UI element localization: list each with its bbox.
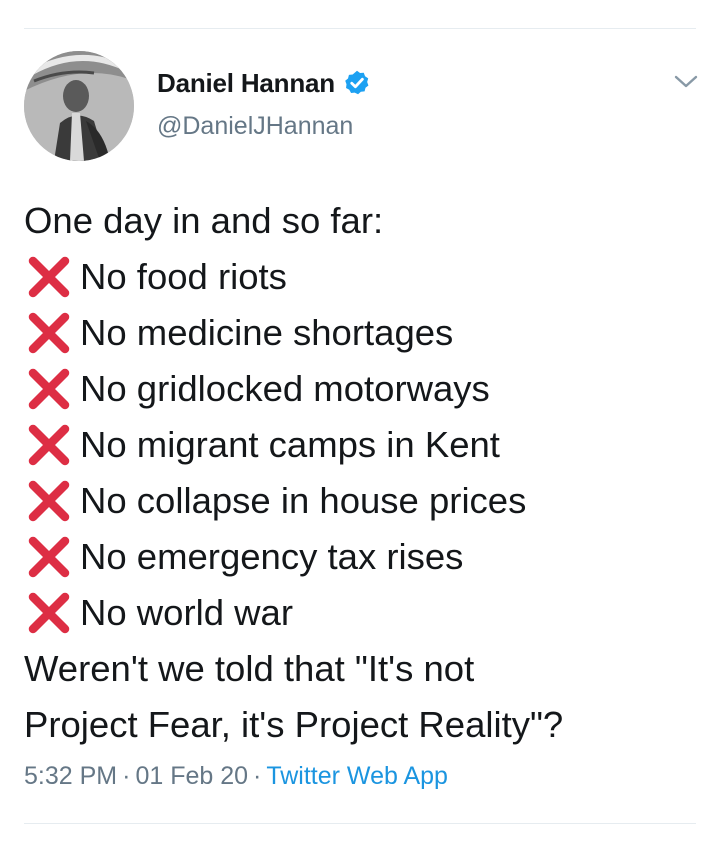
cross-mark-icon: [24, 255, 74, 299]
list-item-text: No medicine shortages: [80, 312, 454, 353]
author-block: Daniel Hannan @DanielJHannan: [157, 62, 371, 141]
meta-separator: ·: [122, 762, 131, 790]
cross-mark-icon: [24, 311, 74, 355]
list-item-text: No food riots: [80, 256, 287, 297]
profile-photo-icon: [24, 51, 134, 161]
display-name[interactable]: Daniel Hannan: [157, 68, 335, 99]
tweet-source-link[interactable]: Twitter Web App: [266, 762, 448, 790]
list-item: No collapse in house prices: [24, 473, 704, 529]
list-item: No world war: [24, 585, 704, 641]
list-item: No migrant camps in Kent: [24, 417, 704, 473]
list-item-text: No world war: [80, 592, 293, 633]
list-item: No emergency tax rises: [24, 529, 704, 585]
tweet-closing-line: Project Fear, it's Project Reality"?: [24, 704, 564, 745]
list-item-text: No collapse in house prices: [80, 480, 527, 521]
tweet-list: No food riots No medicine shortages No gri…: [24, 249, 704, 641]
list-item-text: No emergency tax rises: [80, 536, 464, 577]
cross-mark-icon: [24, 423, 74, 467]
list-item-text: No gridlocked motorways: [80, 368, 490, 409]
name-row: Daniel Hannan: [157, 62, 371, 104]
cross-mark-icon: [24, 479, 74, 523]
list-item: No gridlocked motorways: [24, 361, 704, 417]
bottom-divider: [24, 823, 696, 824]
list-item: No food riots: [24, 249, 704, 305]
tweet-intro: One day in and so far:: [24, 200, 384, 241]
tweet-closing-line: Weren't we told that "It's not: [24, 648, 475, 689]
cross-mark-icon: [24, 535, 74, 579]
top-divider: [24, 28, 696, 29]
cross-mark-icon: [24, 367, 74, 411]
avatar[interactable]: [24, 51, 134, 161]
verified-badge-icon: [343, 69, 371, 97]
tweet-meta: 5:32 PM · 01 Feb 20 · Twitter Web App: [24, 762, 448, 791]
list-item: No medicine shortages: [24, 305, 704, 361]
cross-mark-icon: [24, 591, 74, 635]
list-item-text: No migrant camps in Kent: [80, 424, 500, 465]
tweet-date[interactable]: 01 Feb 20: [135, 762, 248, 790]
user-handle[interactable]: @DanielJHannan: [157, 112, 371, 141]
tweet-text: One day in and so far: No food riots No m…: [24, 193, 704, 753]
chevron-down-icon[interactable]: [671, 70, 701, 94]
tweet-time[interactable]: 5:32 PM: [24, 762, 117, 790]
meta-separator: ·: [253, 762, 262, 790]
